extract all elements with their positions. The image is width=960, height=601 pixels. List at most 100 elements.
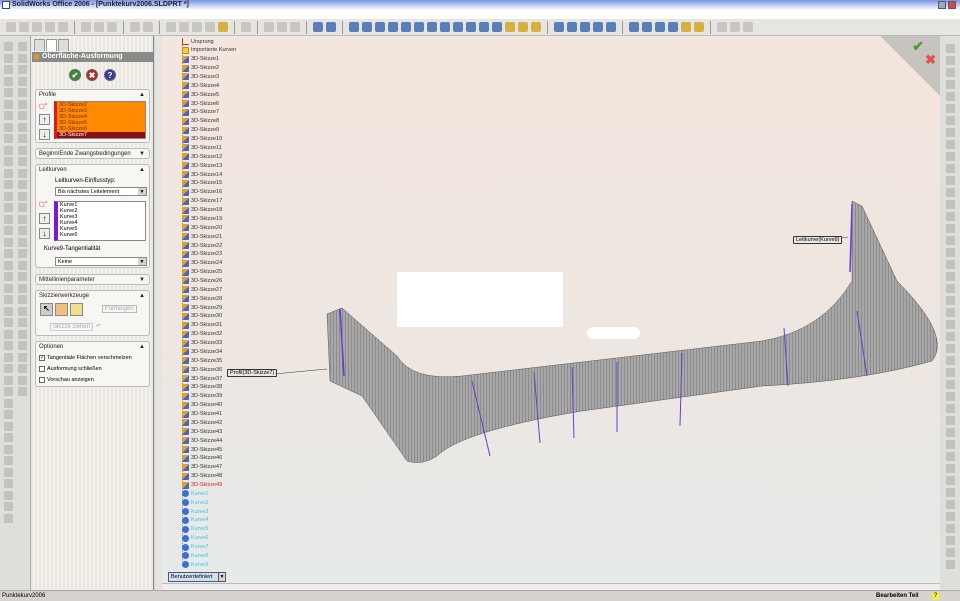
tree-item-sketch[interactable]: 3D-Skizze10 (182, 135, 222, 144)
toolbar-button[interactable] (440, 22, 450, 32)
toolbar-button[interactable] (606, 22, 616, 32)
sketch-tool-icon[interactable] (946, 152, 955, 161)
toolbar-button[interactable] (518, 22, 528, 32)
tool-icon[interactable] (4, 237, 13, 247)
sketch-tool-icon[interactable] (946, 236, 955, 245)
toolbar-button[interactable] (241, 22, 251, 32)
tree-item-sketch[interactable]: 3D-Skizze33 (182, 339, 222, 348)
tool-icon[interactable] (18, 237, 27, 247)
tree-item-curve[interactable]: Kurve3 (182, 507, 208, 516)
toolbar-button[interactable] (681, 22, 691, 32)
sketch-tool-icon[interactable] (946, 296, 955, 305)
tool-icon[interactable] (4, 318, 13, 327)
tree-item-sketch[interactable]: 3D-Skizze20 (182, 223, 222, 232)
tool-icon[interactable] (4, 444, 13, 454)
tool-icon[interactable] (4, 203, 13, 212)
tool-icon[interactable] (4, 249, 13, 258)
tool-icon[interactable] (4, 260, 13, 270)
sketch-tool-icon[interactable] (946, 116, 955, 125)
sketch-tool-icon[interactable] (946, 428, 955, 437)
centerline-group[interactable]: Mittellinienparameter ▼ (35, 274, 150, 285)
sketch-tool-icon[interactable] (946, 68, 955, 77)
select-pointer-icon[interactable]: ↖ (40, 303, 53, 316)
tool-icon[interactable] (4, 479, 13, 488)
tool-icon[interactable] (18, 145, 27, 155)
tool-icon[interactable] (18, 352, 27, 362)
tree-item-sketch[interactable]: 3D-Skizze38 (182, 383, 222, 392)
tool-icon[interactable] (4, 502, 13, 511)
tool-icon[interactable] (4, 387, 13, 396)
toolbar-button[interactable] (362, 22, 372, 32)
tool-icon[interactable] (18, 226, 27, 235)
toolbar-button[interactable] (466, 22, 476, 32)
tool-icon[interactable] (4, 513, 13, 523)
cancel-button[interactable]: ✖ (86, 69, 98, 81)
tool-icon[interactable] (4, 134, 13, 143)
tool-icon[interactable] (18, 122, 27, 132)
tool-icon[interactable] (18, 283, 27, 293)
toolbar-button[interactable] (143, 22, 153, 32)
guide-callout[interactable]: Leitkurve(Kurve9) (793, 236, 843, 244)
sketch-tool-icon[interactable] (946, 392, 955, 401)
tool-icon[interactable] (4, 226, 13, 235)
confirm-check-icon[interactable]: ✔ (912, 38, 924, 55)
sketch-tool-icon[interactable] (946, 188, 955, 197)
tool-icon[interactable] (18, 387, 27, 396)
tool-icon[interactable] (18, 364, 27, 373)
toolbar-button[interactable] (642, 22, 652, 32)
tree-item-sketch[interactable]: 3D-Skizze14 (182, 170, 222, 179)
toolbar-button[interactable] (505, 22, 515, 32)
list-item[interactable]: Kurve6 (58, 232, 145, 238)
tool-icon[interactable] (4, 65, 13, 74)
tree-item-sketch[interactable]: 3D-Skizze46 (182, 454, 222, 463)
tool-icon[interactable] (4, 433, 13, 442)
toolbar-button[interactable] (401, 22, 411, 32)
tree-item-sketch[interactable]: 3D-Skizze47 (182, 463, 222, 472)
drag-button[interactable]: Formeigen (102, 305, 137, 313)
sketch-tool-icon[interactable] (946, 320, 955, 329)
guide-curve-list[interactable]: Kurve1 Kurve2 Kurve3 Kurve4 Kurve5 Kurve6 (54, 201, 146, 241)
tool-icon[interactable] (18, 168, 27, 178)
tool-icon[interactable] (4, 214, 13, 224)
expand-icon[interactable]: ▼ (139, 149, 145, 159)
toolbar-button[interactable] (349, 22, 359, 32)
toolbar-button[interactable] (668, 22, 678, 32)
tool-icon[interactable] (18, 272, 27, 281)
toolbar-button[interactable] (81, 22, 91, 32)
tool-icon[interactable] (18, 180, 27, 189)
tree-item-sketch[interactable]: 3D-Skizze11 (182, 143, 222, 152)
tool-icon[interactable] (18, 88, 27, 97)
tool-icon[interactable] (4, 295, 13, 304)
horizontal-scrollbar[interactable] (162, 583, 940, 590)
tool-icon[interactable] (4, 283, 13, 293)
tree-item-sketch[interactable]: 3D-Skizze29 (182, 303, 222, 312)
sketch-tool-icon[interactable] (946, 56, 955, 65)
tool-icon[interactable] (18, 214, 27, 224)
tree-item-sketch[interactable]: 3D-Skizze3 (182, 72, 219, 81)
toolbar-button[interactable] (655, 22, 665, 32)
sketch-tool-icon[interactable] (946, 140, 955, 149)
list-item[interactable]: 3D-Skizze7 (57, 132, 145, 138)
tree-item-sketch[interactable]: 3D-Skizze39 (182, 392, 222, 401)
panel-splitter[interactable] (155, 36, 162, 590)
tree-item-sketch[interactable]: 3D-Skizze25 (182, 268, 222, 277)
tree-item-sketch[interactable]: 3D-Skizze43 (182, 427, 222, 436)
collapse-icon[interactable]: ▲ (139, 291, 145, 301)
tool-icon[interactable] (4, 375, 13, 385)
toolbar-button[interactable] (554, 22, 564, 32)
toolbar-button[interactable] (58, 22, 68, 32)
collapse-icon[interactable]: ▲ (139, 165, 145, 175)
tool-icon[interactable] (18, 341, 27, 350)
constraints-group[interactable]: Beginn/Ende Zwangsbedingungen ▼ (35, 148, 150, 159)
profile-callout[interactable]: Profil(3D-Skizze7) (227, 369, 278, 377)
tree-item-sketch[interactable]: 3D-Skizze12 (182, 152, 222, 161)
drag-sketch-button[interactable]: Skizze ziehen (50, 323, 94, 331)
sketch-tool-icon[interactable] (946, 212, 955, 221)
sketch-tool-icon[interactable] (946, 416, 955, 425)
tree-item-sketch[interactable]: 3D-Skizze21 (182, 232, 222, 241)
tree-item-sketch[interactable]: 3D-Skizze27 (182, 285, 222, 294)
collapse-icon[interactable]: ▲ (139, 90, 145, 100)
tool-icon[interactable] (4, 456, 13, 465)
sketch-tool-icon[interactable] (946, 488, 955, 497)
sketch-tool-icon[interactable] (946, 500, 955, 509)
